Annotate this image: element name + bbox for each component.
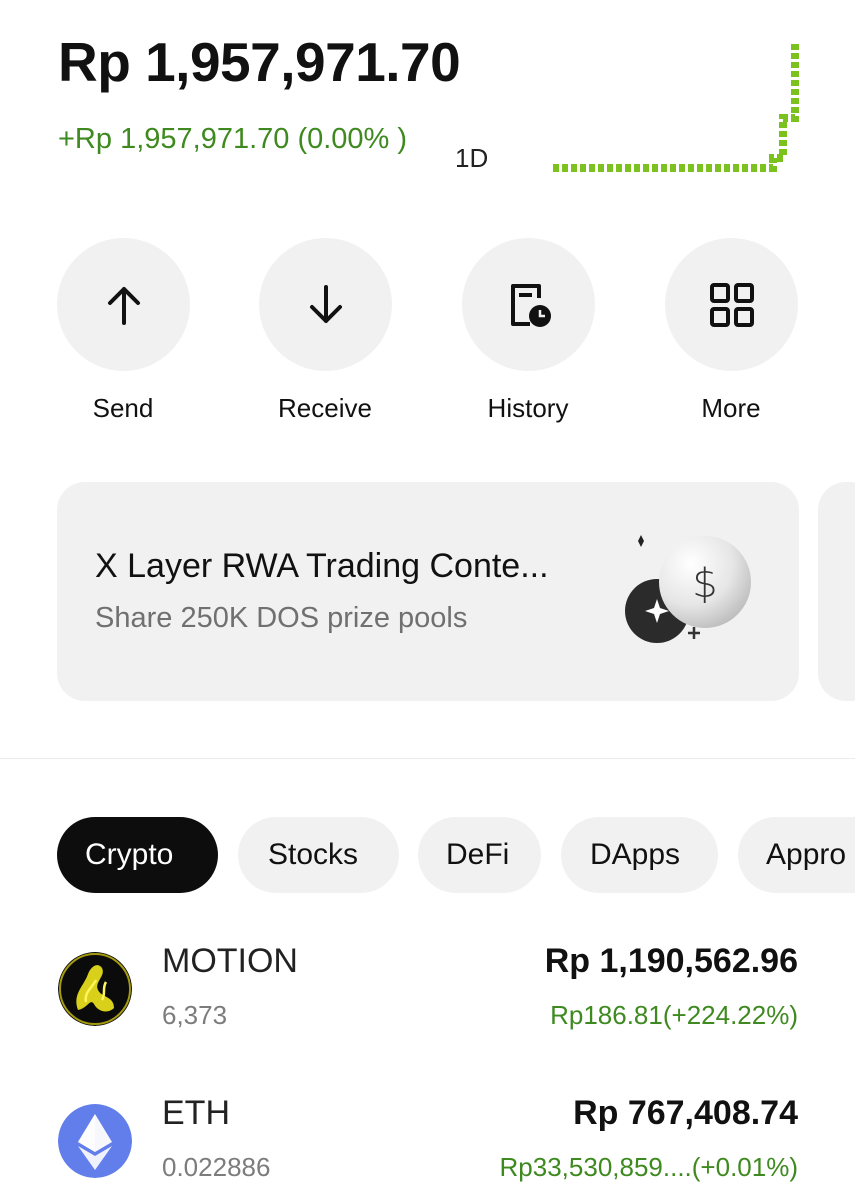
balance-change: +Rp 1,957,971.70 (0.00% ): [58, 123, 408, 155]
asset-value: Rp 1,190,562.96: [544, 942, 798, 980]
list-item-eth[interactable]: ETH 0.022886 Rp 767,408.74 Rp33,530,859.…: [0, 1094, 855, 1200]
more-label: More: [701, 393, 761, 423]
ethereum-icon: [58, 1104, 132, 1178]
banner-title: X Layer RWA Trading Conte...: [95, 547, 549, 585]
asset-name: MOTION: [162, 942, 298, 980]
tab-dapps[interactable]: DApps: [561, 817, 718, 893]
dollar-coin-icon: $: [625, 535, 751, 643]
motion-token-icon: [58, 952, 132, 1026]
receive-button[interactable]: Receive: [245, 238, 405, 438]
asset-tabs: Crypto Stocks DeFi DApps Appro: [57, 817, 855, 893]
send-button[interactable]: Send: [43, 238, 203, 438]
history-label: History: [487, 393, 569, 423]
total-balance: Rp 1,957,971.70: [58, 31, 461, 93]
history-clock-icon: [510, 283, 551, 327]
svg-text:$: $: [692, 561, 717, 607]
promo-banner[interactable]: X Layer RWA Trading Conte... Share 250K …: [57, 482, 799, 701]
asset-pnl: Rp33,530,859....(+0.01%): [499, 1152, 798, 1182]
arrow-up-icon: [107, 286, 140, 325]
history-button[interactable]: History: [448, 238, 608, 438]
banner-subtitle: Share 250K DOS prize pools: [95, 602, 468, 634]
tab-approvals[interactable]: Appro: [738, 817, 855, 893]
tab-crypto[interactable]: Crypto: [57, 817, 218, 893]
next-banner-peek[interactable]: [818, 482, 855, 701]
tab-defi[interactable]: DeFi: [418, 817, 541, 893]
tab-stocks[interactable]: Stocks: [238, 817, 399, 893]
quick-actions: Send Receive History More: [0, 238, 855, 438]
balance-sparkline: [553, 44, 799, 172]
receive-label: Receive: [278, 393, 372, 423]
asset-quantity: 0.022886: [162, 1152, 271, 1182]
asset-value: Rp 767,408.74: [573, 1094, 798, 1132]
more-button[interactable]: More: [651, 238, 811, 438]
grid-icon: [709, 282, 754, 327]
arrow-down-icon: [309, 284, 342, 323]
send-label: Send: [92, 393, 154, 423]
period-selector[interactable]: 1D: [455, 143, 488, 174]
asset-name: ETH: [162, 1094, 230, 1132]
section-divider: [0, 758, 855, 759]
list-item-motion[interactable]: MOTION 6,373 Rp 1,190,562.96 Rp186.81(+2…: [0, 942, 855, 1062]
asset-quantity: 6,373: [162, 1000, 228, 1030]
asset-pnl: Rp186.81(+224.22%): [550, 1000, 798, 1030]
